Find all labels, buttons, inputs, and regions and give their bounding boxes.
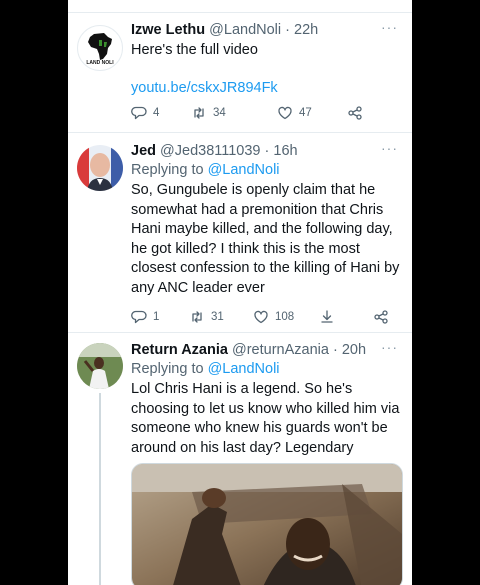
like-button[interactable]: 47	[277, 105, 347, 121]
tweet-text: So, Gungubele is openly claim that he so…	[131, 182, 400, 296]
more-icon[interactable]: ···	[381, 339, 398, 355]
tweet-text: Here's the full video	[131, 42, 258, 58]
timestamp[interactable]: 16h	[273, 143, 297, 159]
retweet-icon	[194, 107, 204, 119]
like-button[interactable]: 108	[253, 309, 319, 325]
like-icon	[254, 310, 268, 324]
reply-count: 4	[153, 107, 160, 119]
mention-link[interactable]: @LandNoli	[208, 361, 280, 377]
share-button[interactable]	[347, 105, 363, 121]
profile-photo-icon	[77, 145, 123, 191]
display-name[interactable]: Jed	[131, 143, 156, 159]
more-icon[interactable]: ···	[381, 19, 398, 35]
share-button[interactable]	[373, 309, 389, 325]
replying-to: Replying to @LandNoli	[131, 360, 402, 379]
retweet-count: 31	[211, 311, 224, 323]
reply-icon	[131, 310, 147, 324]
timestamp[interactable]: 20h	[342, 342, 366, 358]
avatar-caption: LAND NOLI	[86, 60, 114, 66]
profile-photo-icon	[77, 343, 123, 389]
download-button[interactable]	[319, 309, 373, 325]
handle[interactable]: @Jed38111039	[160, 143, 260, 159]
tweet-text: Lol Chris Hani is a legend. So he's choo…	[131, 381, 400, 456]
avatar[interactable]	[77, 343, 123, 389]
download-icon	[321, 310, 333, 323]
replying-to: Replying to @LandNoli	[131, 161, 402, 180]
retweet-button[interactable]: 34	[191, 105, 277, 121]
tweet-jed[interactable]: Jed @Jed38111039 · 16h Replying to @Land…	[68, 133, 412, 331]
display-name[interactable]: Return Azania	[131, 342, 228, 358]
tweet-return-azania[interactable]: Return Azania @returnAzania · 20h Replyi…	[68, 333, 412, 585]
replying-prefix: Replying to	[131, 162, 208, 178]
tweet-header: Izwe Lethu @LandNoli · 22h	[131, 21, 402, 40]
reply-icon	[131, 106, 147, 120]
handle[interactable]: @LandNoli	[209, 22, 281, 38]
tweet-izwe-lethu[interactable]: LAND NOLI Izwe Lethu @LandNoli · 22h Her…	[68, 13, 412, 131]
replying-prefix: Replying to	[131, 361, 208, 377]
timeline: LAND NOLI Izwe Lethu @LandNoli · 22h Her…	[68, 0, 412, 585]
retweet-button[interactable]: 31	[189, 309, 253, 325]
avatar[interactable]	[77, 145, 123, 191]
tweet-header: Return Azania @returnAzania · 20h	[131, 341, 402, 360]
like-count: 108	[275, 311, 295, 323]
retweet-icon	[192, 311, 202, 323]
more-icon[interactable]: ···	[381, 140, 398, 156]
action-bar: 1 31 108	[131, 307, 398, 327]
dot: ·	[332, 342, 338, 358]
retweet-count: 34	[213, 107, 226, 119]
display-name[interactable]: Izwe Lethu	[131, 22, 205, 38]
mention-link[interactable]: @LandNoli	[208, 162, 280, 178]
media-image[interactable]	[131, 463, 403, 585]
dot: ·	[264, 143, 270, 159]
reply-count: 1	[153, 311, 160, 323]
photo-image-icon	[132, 464, 402, 585]
like-count: 47	[299, 107, 312, 119]
tweet-header: Jed @Jed38111039 · 16h	[131, 142, 402, 161]
share-icon	[348, 106, 362, 120]
like-icon	[278, 106, 292, 120]
timestamp[interactable]: 22h	[294, 22, 318, 38]
thread-line	[99, 393, 101, 585]
avatar[interactable]: LAND NOLI	[77, 25, 123, 71]
handle[interactable]: @returnAzania	[232, 342, 329, 358]
tweet-link[interactable]: youtu.be/cskxJR894Fk	[131, 79, 402, 99]
reply-button[interactable]: 4	[131, 105, 191, 121]
action-bar: 4 34 47	[131, 103, 398, 123]
reply-button[interactable]: 1	[131, 309, 189, 325]
share-icon	[374, 310, 388, 324]
dot: ·	[285, 22, 290, 38]
